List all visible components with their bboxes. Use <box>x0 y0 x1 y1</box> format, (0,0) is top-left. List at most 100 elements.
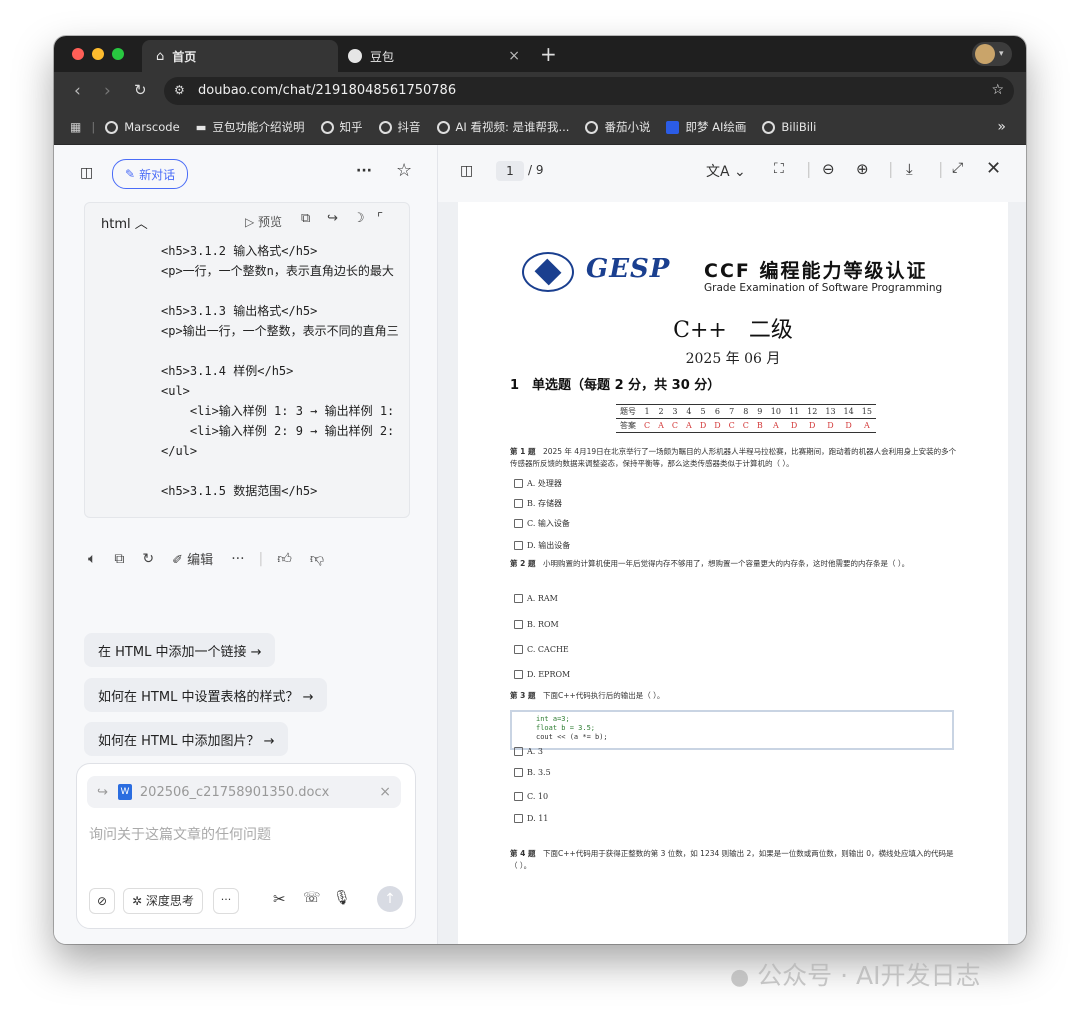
close-window-button[interactable] <box>72 48 84 60</box>
thumbs-down-icon[interactable]: 👎︎ <box>310 550 324 567</box>
table-cell: 10 <box>770 407 781 416</box>
phone-icon[interactable]: ☏ <box>303 890 321 906</box>
chat-input[interactable]: 询问关于这篇文章的任何问题 <box>89 824 403 844</box>
option-checkbox[interactable]: A. 3 <box>514 747 543 756</box>
zoom-in-icon[interactable]: ⊕ <box>856 160 869 178</box>
table-cell: 4 <box>686 407 692 416</box>
option-checkbox[interactable]: B. 3.5 <box>514 768 551 777</box>
page-number-input[interactable]: 1 <box>496 161 524 181</box>
pdf-page: GESP CCF 编程能力等级认证 Grade Examination of S… <box>458 202 1008 944</box>
edit-button[interactable]: ✐ 编辑 <box>172 549 213 568</box>
expand-icon[interactable]: ⌜ <box>377 211 383 226</box>
more-tools-icon[interactable]: ··· <box>213 888 239 914</box>
suggestion-chip[interactable]: 如何在 HTML 中添加图片？ → <box>84 722 289 756</box>
bookmark-jimeng[interactable]: 即梦 AI绘画 <box>666 119 746 135</box>
speaker-icon[interactable]: 🔈︎ <box>88 551 96 567</box>
scissors-icon[interactable]: ✂ <box>273 890 286 908</box>
bookmark-bilibili[interactable]: BiliBili <box>762 120 816 134</box>
url-text: doubao.com/chat/21918048561750786 <box>198 83 457 98</box>
tab-doubao[interactable]: 豆包 × <box>340 40 530 72</box>
code-language-label: html ︿ <box>101 217 148 232</box>
attachment-chip[interactable]: ↪ W 202506_c21758901350.docx × <box>87 776 401 808</box>
tab-home[interactable]: ⌂ 首页 <box>142 40 338 72</box>
option-checkbox[interactable]: C. 10 <box>514 792 548 801</box>
close-viewer-icon[interactable]: ✕ <box>986 158 1001 179</box>
option-checkbox[interactable]: A. 处理器 <box>514 478 562 489</box>
option-checkbox[interactable]: C. CACHE <box>514 645 569 654</box>
option-checkbox[interactable]: A. RAM <box>514 594 558 603</box>
preview-button[interactable]: ▷ 预览 <box>245 213 282 230</box>
apps-grid-icon[interactable]: ▦ <box>70 120 81 134</box>
url-field[interactable]: ⚙ doubao.com/chat/21918048561750786 ☆ <box>164 77 1014 105</box>
sidebar-toggle-icon[interactable]: ◫ <box>80 165 93 181</box>
theme-icon[interactable]: ☽ <box>353 211 365 226</box>
option-checkbox[interactable]: B. 存储器 <box>514 498 562 509</box>
send-button[interactable]: ↑ <box>377 886 403 912</box>
wechat-icon: ● <box>730 965 750 990</box>
profile-button[interactable]: ▾ <box>972 42 1012 66</box>
bookmark-label: Marscode <box>124 120 180 134</box>
attach-icon[interactable]: ⊘ <box>89 888 115 914</box>
translate-icon[interactable]: 文A ⌄ <box>706 161 746 181</box>
close-tab-icon[interactable]: × <box>508 48 520 64</box>
remove-attachment-icon[interactable]: × <box>379 784 391 800</box>
cert-subtitle: Grade Examination of Software Programmin… <box>704 282 943 294</box>
download-icon[interactable]: ⤓ <box>906 160 913 178</box>
suggestion-chip[interactable]: 在 HTML 中添加一个链接 → <box>84 633 276 667</box>
separator: | <box>888 159 894 178</box>
bookmark-doubao-intro[interactable]: ▬ 豆包功能介绍说明 <box>196 119 305 135</box>
separator: | <box>938 159 944 178</box>
zoom-window-button[interactable] <box>112 48 124 60</box>
forward-icon[interactable]: › <box>104 81 111 101</box>
reply-icon: ↪ <box>97 784 108 800</box>
bookmark-ai-video[interactable]: AI 看视频: 是谁帮我... <box>436 119 569 135</box>
code-line: <p>一行，一个整数n，表示直角边长的最大 <box>161 264 394 278</box>
bookmark-fanqie[interactable]: 番茄小说 <box>585 119 650 135</box>
bookmark-star-icon[interactable]: ☆ <box>991 82 1004 98</box>
more-options-icon[interactable]: ··· <box>356 163 372 179</box>
thumbs-up-icon[interactable]: 👍︎ <box>277 550 292 567</box>
fullscreen-icon[interactable]: ⤢ <box>952 160 963 176</box>
back-icon[interactable]: ‹ <box>74 81 81 101</box>
option-checkbox[interactable]: B. ROM <box>514 620 559 629</box>
table-cell: 1 <box>644 407 650 416</box>
bookmark-label: 抖音 <box>397 120 421 134</box>
option-checkbox[interactable]: D. 11 <box>514 814 548 823</box>
table-cell: A <box>686 421 692 430</box>
table-cell: C <box>728 421 735 430</box>
site-settings-icon[interactable]: ⚙ <box>174 83 185 97</box>
table-cell: C <box>742 421 749 430</box>
deep-think-button[interactable]: ✲ 深度思考 <box>123 888 203 914</box>
new-tab-button[interactable]: + <box>540 42 557 66</box>
copy-icon[interactable]: ⧉ <box>301 211 310 226</box>
bookmark-label: BiliBili <box>781 120 817 134</box>
avatar <box>975 44 995 64</box>
more-bookmarks-icon[interactable]: » <box>997 119 1006 135</box>
microphone-icon[interactable]: 🎙︎ <box>333 890 351 906</box>
table-cell: 13 <box>825 407 836 416</box>
suggestion-chip[interactable]: 如何在 HTML 中设置表格的样式？ → <box>84 678 328 712</box>
option-checkbox[interactable]: D. 输出设备 <box>514 540 570 551</box>
new-chat-button[interactable]: ✎ 新对话 <box>112 159 189 189</box>
section-heading: 1 单选题（每题 2 分，共 30 分） <box>510 378 721 393</box>
star-icon[interactable]: ☆ <box>396 162 412 180</box>
fit-page-icon[interactable]: ⛶ <box>774 161 784 177</box>
bookmark-marscode[interactable]: Marscode <box>105 120 180 134</box>
watermark: ● 公众号 · AI开发日志 <box>730 961 981 990</box>
share-icon[interactable]: ↪ <box>327 211 338 226</box>
option-checkbox[interactable]: C. 输入设备 <box>514 518 570 529</box>
new-chat-label: 新对话 <box>139 167 176 182</box>
regenerate-icon[interactable]: ↻ <box>142 551 154 567</box>
thumbnail-panel-icon[interactable]: ◫ <box>460 163 473 179</box>
zoom-out-icon[interactable]: ⊖ <box>822 160 835 178</box>
minimize-window-button[interactable] <box>92 48 104 60</box>
globe-icon <box>762 120 776 134</box>
chat-panel: ◫ ✎ 新对话 ··· ☆ html ︿ ▷ 预览 ⧉ ↪ ☽ ⌜ <h5>3.… <box>54 145 438 944</box>
copy-icon[interactable]: ⧉ <box>114 551 124 567</box>
bookmark-zhihu[interactable]: 知乎 <box>320 119 363 135</box>
bookmark-label: 番茄小说 <box>604 120 651 134</box>
option-checkbox[interactable]: D. EPROM <box>514 670 570 679</box>
bookmark-douyin[interactable]: 抖音 <box>378 119 421 135</box>
more-icon[interactable]: ··· <box>231 551 244 567</box>
reload-icon[interactable]: ↻ <box>134 81 147 99</box>
